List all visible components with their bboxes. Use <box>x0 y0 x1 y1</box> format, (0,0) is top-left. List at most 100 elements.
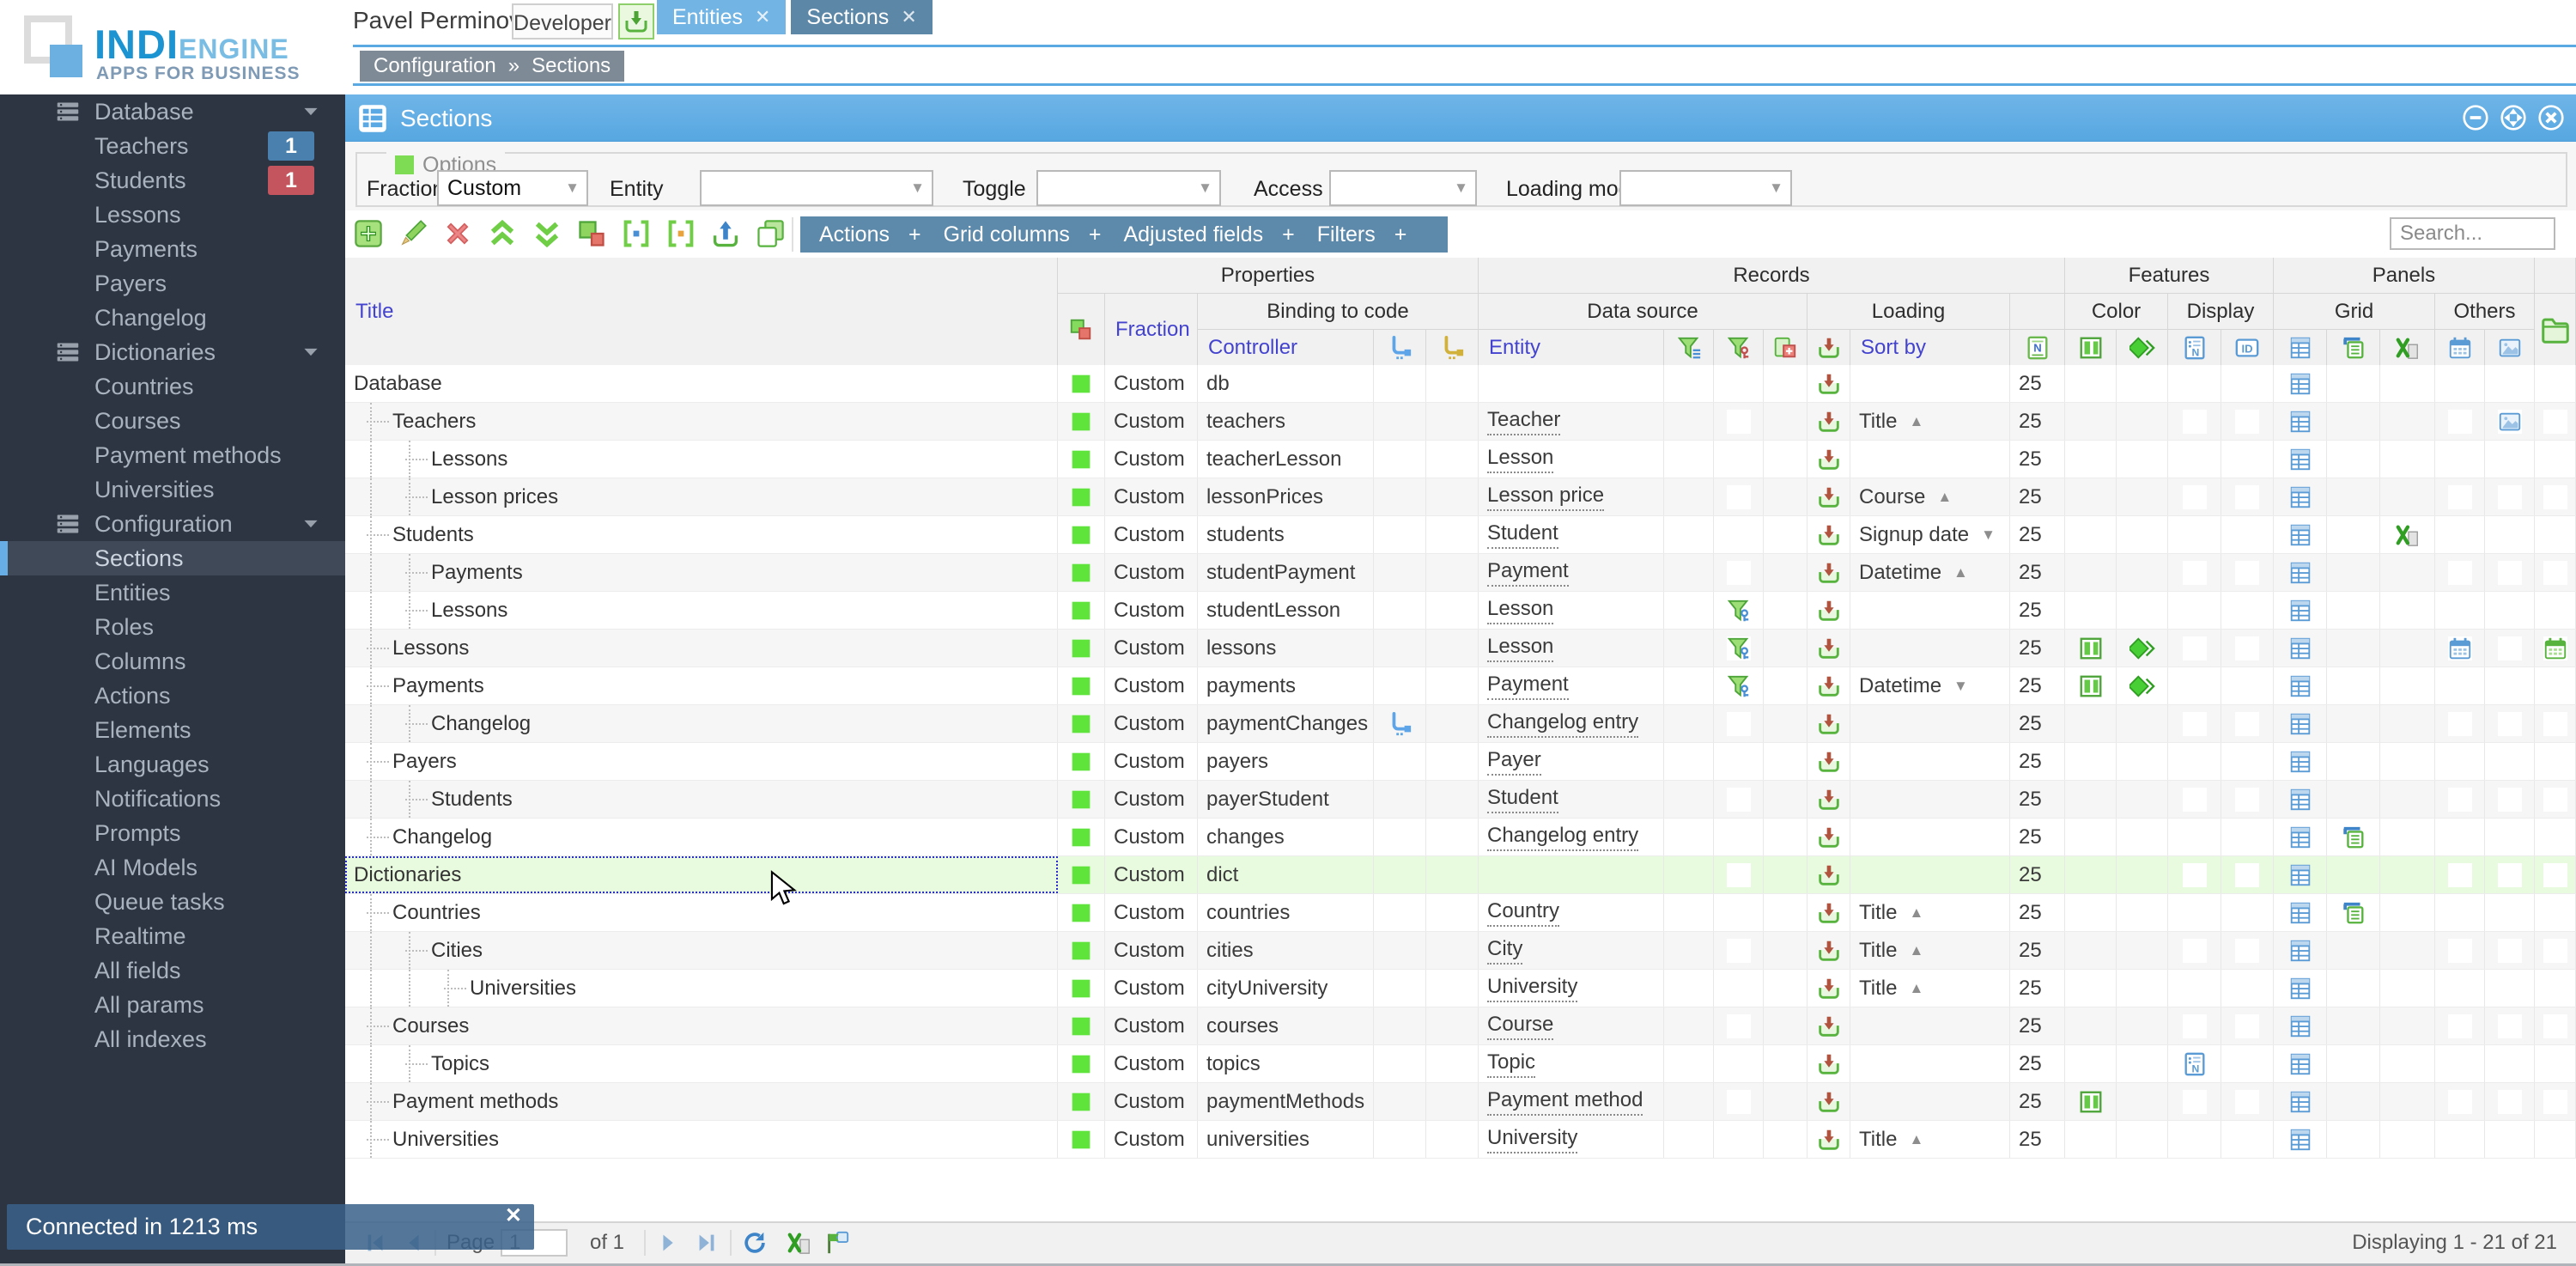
entity-link[interactable]: Country <box>1487 899 1560 927</box>
option-select-access[interactable]: ▼ <box>1329 170 1477 206</box>
column-header-grid-table[interactable] <box>2274 330 2327 365</box>
entity-link[interactable]: Topic <box>1487 1050 1536 1078</box>
sidebar-item-all-indexes[interactable]: All indexes <box>0 1022 345 1056</box>
grid-row-payers[interactable]: Payers Custom payers Payer 25 <box>345 743 2576 781</box>
entity-link[interactable]: Payment <box>1487 673 1569 700</box>
entity-link[interactable]: Student <box>1487 786 1558 813</box>
tab-close-icon[interactable]: ✕ <box>901 8 916 27</box>
column-header-filter[interactable] <box>1664 330 1714 365</box>
cell-sort-by[interactable] <box>1850 441 2010 478</box>
bracket-blue-button[interactable] <box>621 218 652 249</box>
toolbar-button-actions[interactable]: Actions <box>819 222 890 247</box>
sidebar-item-lessons[interactable]: Lessons <box>0 198 345 232</box>
entity-link[interactable]: Payment <box>1487 559 1569 587</box>
grid-row-cities[interactable]: Cities Custom cities City Title ▲ 25 <box>345 932 2576 970</box>
grid-row-lessons[interactable]: Lessons Custom studentLesson Lesson 25 <box>345 592 2576 630</box>
cell-sort-by[interactable] <box>1850 856 2010 893</box>
bracket-orange-button[interactable] <box>665 218 696 249</box>
cell-sort-by[interactable]: Title ▲ <box>1850 932 2010 969</box>
entity-link[interactable]: Changelog entry <box>1487 710 1639 738</box>
column-header-display-n[interactable]: N <box>2168 330 2221 365</box>
cell-sort-by[interactable]: Title ▲ <box>1850 1121 2010 1158</box>
move-button[interactable] <box>576 218 607 249</box>
entity-link[interactable]: Student <box>1487 521 1558 549</box>
sidebar-item-teachers[interactable]: Teachers 1 <box>0 129 345 163</box>
excel-export-icon[interactable] <box>787 1230 812 1256</box>
sidebar-item-languages[interactable]: Languages <box>0 747 345 782</box>
column-header-sort-by[interactable]: Sort by <box>1850 330 2010 365</box>
tab-entities[interactable]: Entities ✕ <box>657 0 787 34</box>
sidebar-item-queue-tasks[interactable]: Queue tasks <box>0 885 345 919</box>
tree-node-cities[interactable]: Cities <box>345 932 1058 969</box>
column-header-title[interactable]: Title <box>345 258 1058 365</box>
cell-sort-by[interactable]: Title ▲ <box>1850 970 2010 1007</box>
option-select-fraction[interactable]: Custom ▼ <box>437 170 588 206</box>
tree-node-courses[interactable]: Courses <box>345 1007 1058 1044</box>
move-down-button[interactable] <box>532 218 562 249</box>
close-icon[interactable] <box>2537 103 2566 132</box>
sidebar-item-students[interactable]: Students 1 <box>0 163 345 198</box>
cell-sort-by[interactable] <box>1850 1045 2010 1082</box>
column-header-calendar[interactable] <box>2435 330 2485 365</box>
cell-sort-by[interactable]: Title ▲ <box>1850 403 2010 440</box>
sidebar-item-roles[interactable]: Roles <box>0 610 345 644</box>
pager-next-icon[interactable] <box>656 1230 682 1256</box>
edit-button[interactable] <box>398 218 428 249</box>
sidebar-item-all-params[interactable]: All params <box>0 988 345 1022</box>
tree-node-lessons[interactable]: Lessons <box>345 630 1058 666</box>
column-header-color-diamond[interactable] <box>2117 330 2168 365</box>
cell-sort-by[interactable] <box>1850 819 2010 855</box>
tree-node-students[interactable]: Students <box>345 781 1058 818</box>
copy-button[interactable] <box>755 218 786 249</box>
breadcrumb-parent[interactable]: Configuration <box>374 54 496 78</box>
tree-node-lessons[interactable]: Lessons <box>345 592 1058 629</box>
tree-node-dictionaries[interactable]: Dictionaries <box>345 856 1058 893</box>
tree-node-lessons[interactable]: Lessons <box>345 441 1058 478</box>
delete-button[interactable] <box>442 218 473 249</box>
tree-node-database[interactable]: Database <box>345 365 1058 402</box>
sidebar-item-payment-methods[interactable]: Payment methods <box>0 438 345 472</box>
upload-button[interactable] <box>710 218 741 249</box>
cell-sort-by[interactable]: Title ▲ <box>1850 894 2010 931</box>
tree-node-payment-methods[interactable]: Payment methods <box>345 1083 1058 1120</box>
column-header-color-grid[interactable] <box>2065 330 2117 365</box>
tree-node-universities[interactable]: Universities <box>345 1121 1058 1158</box>
column-header-folder[interactable] <box>2535 294 2576 365</box>
sidebar-item-actions[interactable]: Actions <box>0 679 345 713</box>
sidebar-item-payers[interactable]: Payers <box>0 266 345 301</box>
grid-row-payments[interactable]: Payments Custom payments Payment Datetime ▼ 25 <box>345 667 2576 705</box>
toolbar-add-adjusted-fields[interactable]: + <box>1282 222 1295 247</box>
entity-link[interactable]: Teacher <box>1487 408 1561 435</box>
sidebar-item-notifications[interactable]: Notifications <box>0 782 345 816</box>
tree-node-universities[interactable]: Universities <box>345 970 1058 1007</box>
breadcrumb[interactable]: Configuration » Sections <box>360 51 625 82</box>
cell-sort-by[interactable]: Datetime ▲ <box>1850 554 2010 591</box>
tree-node-topics[interactable]: Topics <box>345 1045 1058 1082</box>
tree-node-payments[interactable]: Payments <box>345 667 1058 704</box>
entity-link[interactable]: Payment method <box>1487 1088 1643 1116</box>
cell-sort-by[interactable]: Datetime ▼ <box>1850 667 2010 704</box>
grid-row-dictionaries[interactable]: Dictionaries Custom dict 25 <box>345 856 2576 894</box>
entity-link[interactable]: University <box>1487 1126 1578 1153</box>
tree-node-payers[interactable]: Payers <box>345 743 1058 780</box>
option-select-toggle[interactable]: ▼ <box>1036 170 1221 206</box>
column-header-fraction[interactable]: Fraction <box>1105 294 1198 365</box>
grid-row-changelog[interactable]: Changelog Custom paymentChanges Changelog e… <box>345 705 2576 743</box>
cell-sort-by[interactable] <box>1850 743 2010 780</box>
cell-sort-by[interactable] <box>1850 630 2010 666</box>
flag-icon[interactable] <box>824 1230 850 1256</box>
grid-row-universities[interactable]: Universities Custom universities University… <box>345 1121 2576 1159</box>
column-header-per-page[interactable]: N <box>2010 330 2065 365</box>
add-button[interactable] <box>353 218 384 249</box>
option-select-entity[interactable]: ▼ <box>700 170 933 206</box>
sidebar-item-ai-models[interactable]: AI Models <box>0 850 345 885</box>
grid-row-universities[interactable]: Universities Custom cityUniversity Universi… <box>345 970 2576 1007</box>
tree-node-changelog[interactable]: Changelog <box>345 819 1058 855</box>
sidebar-item-payments[interactable]: Payments <box>0 232 345 266</box>
toolbar-button-grid-columns[interactable]: Grid columns <box>944 222 1070 247</box>
sidebar-item-countries[interactable]: Countries <box>0 369 345 404</box>
tree-node-changelog[interactable]: Changelog <box>345 705 1058 742</box>
refresh-icon[interactable] <box>742 1230 768 1256</box>
grid-row-teachers[interactable]: Teachers Custom teachers Teacher Title ▲ 25 <box>345 403 2576 441</box>
tree-node-payments[interactable]: Payments <box>345 554 1058 591</box>
